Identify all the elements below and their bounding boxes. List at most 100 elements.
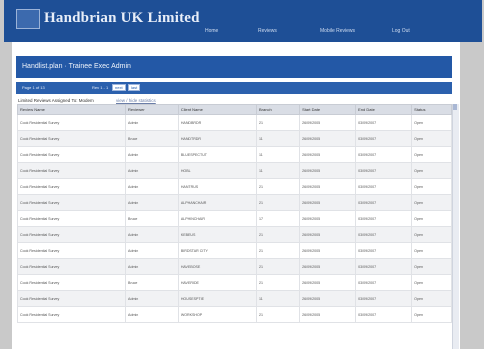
table-cell: Open	[411, 210, 452, 227]
assigned-note: Limited Reviews Assigned To: Modem	[18, 98, 94, 103]
page-label: Page 1 of 13	[22, 85, 45, 90]
table-cell: 11	[255, 146, 301, 163]
next-button[interactable]: next	[112, 84, 126, 91]
col-end-date[interactable]: End Date	[355, 104, 413, 115]
table-header-row: Review Name Reviewer Client Name Branch …	[16, 104, 452, 115]
table-cell: 11	[255, 290, 301, 307]
scrollbar[interactable]	[452, 104, 459, 349]
table-cell: Open	[411, 274, 452, 291]
table-cell[interactable]: Cook Residential Survey	[16, 178, 127, 195]
table-cell: 21	[255, 194, 301, 211]
col-start-date[interactable]: Start Date	[299, 104, 357, 115]
table-cell: 26/09/2005	[299, 114, 357, 131]
table-cell: 11	[255, 162, 301, 179]
page-title-bar: Handlist.plan · Trainee Exec Admin	[16, 56, 452, 78]
statistics-link[interactable]: view / hide statistics	[116, 98, 156, 103]
col-reviewer[interactable]: Reviewer	[125, 104, 179, 115]
table-cell: HANTRUS	[177, 178, 258, 195]
site-header: Handbrian UK Limited	[4, 0, 482, 42]
table-cell: Bruce	[125, 130, 179, 147]
table-cell: ALPHINCHAIR	[177, 210, 258, 227]
table-cell[interactable]: Cook Residential Survey	[16, 194, 127, 211]
table-cell: 26/09/2005	[299, 194, 357, 211]
table-cell: Open	[411, 162, 452, 179]
table-cell[interactable]: Cook Residential Survey	[16, 242, 127, 259]
table-cell: 26/09/2005	[299, 178, 357, 195]
table-cell: 03/09/2007	[355, 130, 413, 147]
table-cell: HAVERIDE	[177, 274, 258, 291]
nav-mobile-reviews-link[interactable]: Mobile Reviews	[320, 28, 355, 34]
table-cell: 03/09/2007	[355, 146, 413, 163]
table-cell[interactable]: Cook Residential Survey	[16, 306, 127, 323]
table-row[interactable]: Cook Residential Survey Admin HOUSESPTIE 11…	[16, 290, 452, 307]
table-cell: 26/09/2005	[299, 130, 357, 147]
table-cell[interactable]: Cook Residential Survey	[16, 258, 127, 275]
table-row[interactable]: Cook Residential Survey Admin ALPHANCHAIR 2…	[16, 194, 452, 211]
table-cell: 26/09/2005	[299, 258, 357, 275]
table-cell: Admin	[125, 146, 179, 163]
col-status[interactable]: Status	[411, 104, 452, 115]
table-row[interactable]: Cook Residential Survey Admin HAVEBOSE 21 26…	[16, 258, 452, 275]
table-cell: 03/09/2007	[355, 242, 413, 259]
page-title: Handlist.plan · Trainee Exec Admin	[22, 63, 131, 70]
col-client-name[interactable]: Client Name	[177, 104, 258, 115]
table-cell: 21	[255, 178, 301, 195]
table-cell: Admin	[125, 162, 179, 179]
table-row[interactable]: Cook Residential Survey Admin WORKSHOP 21 26…	[16, 306, 452, 323]
table-cell[interactable]: Cook Residential Survey	[16, 226, 127, 243]
table-cell: Open	[411, 114, 452, 131]
table-row[interactable]: Cook Residential Survey Admin BIRDSTAR CIT…	[16, 242, 452, 259]
table-cell: Bruce	[125, 210, 179, 227]
reviews-table: Review Name Reviewer Client Name Branch …	[16, 104, 452, 323]
table-cell: Open	[411, 130, 452, 147]
table-row[interactable]: Cook Residential Survey Admin KEBEUS 21 26/0…	[16, 226, 452, 243]
table-cell[interactable]: Cook Residential Survey	[16, 290, 127, 307]
table-cell: 03/09/2007	[355, 178, 413, 195]
table-cell: 26/09/2005	[299, 146, 357, 163]
table-cell: 03/09/2007	[355, 114, 413, 131]
table-row[interactable]: Cook Residential Survey Bruce ALPHINCHAIR 1…	[16, 210, 452, 227]
table-cell: 21	[255, 226, 301, 243]
col-review-name[interactable]: Review Name	[16, 104, 127, 115]
table-cell: 26/09/2005	[299, 226, 357, 243]
table-cell[interactable]: Cook Residential Survey	[16, 210, 127, 227]
table-row[interactable]: Cook Residential Survey Admin HOBL 11 26/09/…	[16, 162, 452, 179]
table-cell[interactable]: Cook Residential Survey	[16, 130, 127, 147]
nav-home-link[interactable]: Home	[205, 28, 218, 34]
scrollbar-thumb[interactable]	[453, 104, 457, 110]
table-cell: Bruce	[125, 274, 179, 291]
table-cell[interactable]: Cook Residential Survey	[16, 146, 127, 163]
table-cell: 03/09/2007	[355, 306, 413, 323]
nav-logout-link[interactable]: Log Out	[392, 28, 410, 34]
table-row[interactable]: Cook Residential Survey Admin BLUESPECTUT 1…	[16, 146, 452, 163]
nav-reviews-link[interactable]: Reviews	[258, 28, 277, 34]
table-cell: Open	[411, 258, 452, 275]
table-cell: 26/09/2005	[299, 274, 357, 291]
table-cell[interactable]: Cook Residential Survey	[16, 274, 127, 291]
table-cell: 17	[255, 210, 301, 227]
table-cell: 03/09/2007	[355, 226, 413, 243]
table-row[interactable]: Cook Residential Survey Bruce HANDTRDR 11 26…	[16, 130, 452, 147]
table-cell: 11	[255, 130, 301, 147]
table-cell: BIRDSTAR CITY	[177, 242, 258, 259]
table-cell: HOBL	[177, 162, 258, 179]
table-cell: BLUESPECTUT	[177, 146, 258, 163]
table-cell[interactable]: Cook Residential Survey	[16, 162, 127, 179]
col-branch[interactable]: Branch	[255, 104, 301, 115]
table-cell: 21	[255, 258, 301, 275]
table-cell: 03/09/2007	[355, 194, 413, 211]
table-cell: KEBEUS	[177, 226, 258, 243]
table-cell: ALPHANCHAIR	[177, 194, 258, 211]
table-row[interactable]: Cook Residential Survey Admin HANDBRDR 21 26…	[16, 114, 452, 131]
last-button[interactable]: last	[128, 84, 141, 91]
range-select[interactable]: Rev 1 - 1	[92, 85, 108, 90]
table-row[interactable]: Cook Residential Survey Admin HANTRUS 21 26/…	[16, 178, 452, 195]
table-cell: Admin	[125, 114, 179, 131]
table-row[interactable]: Cook Residential Survey Bruce HAVERIDE 21 26…	[16, 274, 452, 291]
table-cell: Admin	[125, 178, 179, 195]
table-cell: Open	[411, 226, 452, 243]
table-cell[interactable]: Cook Residential Survey	[16, 114, 127, 131]
table-cell: Admin	[125, 226, 179, 243]
table-cell: 03/09/2007	[355, 258, 413, 275]
table-cell: Open	[411, 178, 452, 195]
